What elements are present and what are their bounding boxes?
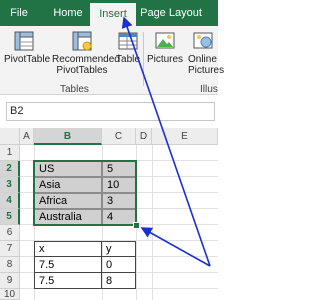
arrow-to-insert-tab xyxy=(121,16,211,267)
arrow-to-selection xyxy=(140,227,211,267)
annotation-arrows xyxy=(121,16,211,267)
